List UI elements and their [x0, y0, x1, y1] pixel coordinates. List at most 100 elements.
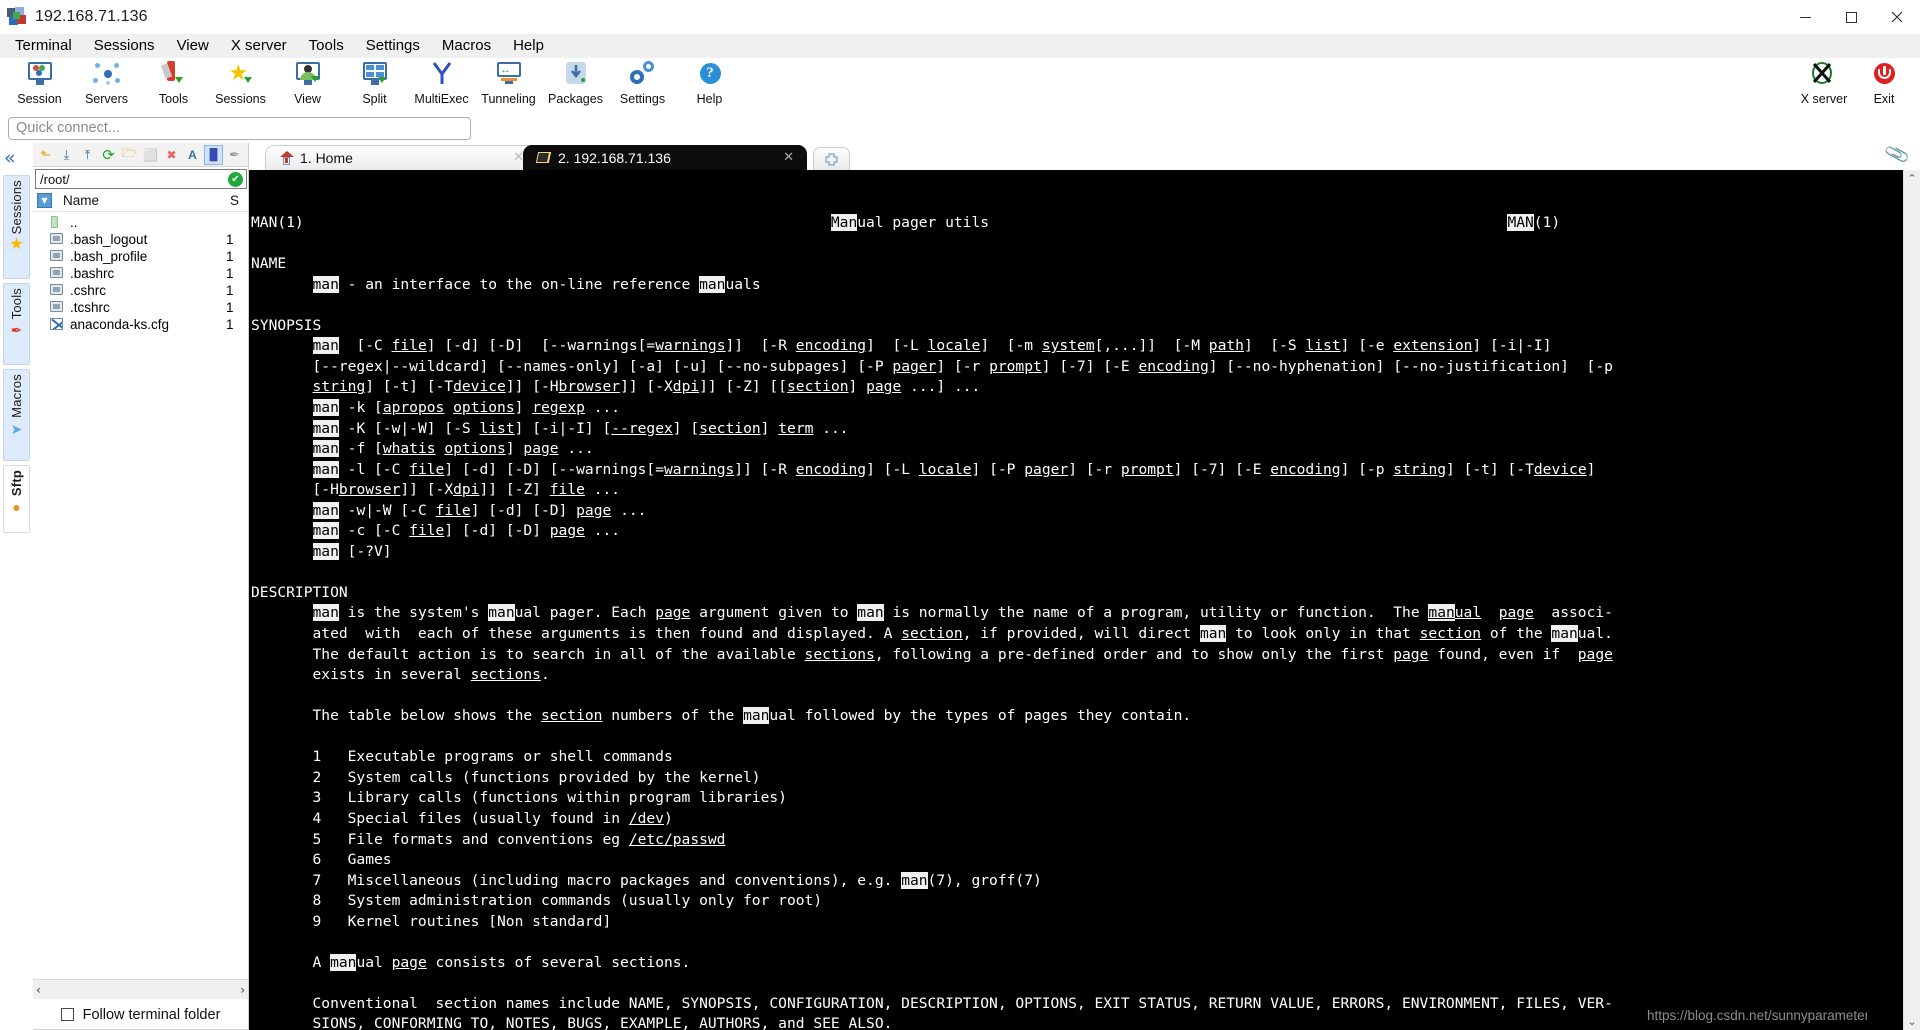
- split-icon: [358, 61, 392, 89]
- tunneling-icon: ↔: [492, 61, 526, 89]
- list-item-name: .bash_profile: [70, 249, 148, 264]
- terminal-tab-session[interactable]: 2. 192.168.71.136 ✕: [523, 145, 807, 170]
- toolbar-xserver-button[interactable]: X server: [1794, 58, 1854, 113]
- menu-sessions[interactable]: Sessions: [83, 35, 166, 58]
- list-item[interactable]: .bash_profile 1: [33, 248, 248, 265]
- toolbar-multiexec-button[interactable]: MultiExec: [408, 58, 475, 113]
- file-icon: [49, 250, 66, 263]
- terminal-viewport: MAN(1) Manual pager utils MAN(1) NAME ma…: [249, 170, 1920, 1030]
- text-mode-icon[interactable]: A: [183, 145, 202, 165]
- rail-tab-sftp[interactable]: Sftp ●: [3, 465, 30, 533]
- toolbar-tunneling-button[interactable]: ↔ Tunneling: [475, 58, 542, 113]
- globe-icon: ●: [12, 499, 21, 516]
- new-folder-icon[interactable]: 🗁: [120, 145, 139, 165]
- new-file-icon[interactable]: ⬜: [141, 145, 160, 165]
- toolbar-servers-button[interactable]: Servers: [73, 58, 140, 113]
- terminal-line: man -f [whatis options] page ...: [312, 440, 594, 458]
- rail-tab-macros-label: Macros: [9, 374, 24, 418]
- xserver-icon: [1807, 61, 1841, 89]
- terminal-tab-home[interactable]: 1. Home ✕: [265, 145, 537, 170]
- terminal-line: DESCRIPTION: [251, 583, 348, 601]
- file-browser-path-input[interactable]: /root/ ✔: [35, 169, 247, 189]
- edit-icon[interactable]: ✒: [225, 145, 244, 165]
- menu-xserver[interactable]: X server: [220, 35, 298, 58]
- close-button[interactable]: [1874, 0, 1920, 34]
- toolbar-session-button[interactable]: Session: [6, 58, 73, 113]
- maximize-button[interactable]: [1828, 0, 1874, 34]
- terminal-output[interactable]: MAN(1) Manual pager utils MAN(1) NAME ma…: [249, 170, 1903, 1030]
- scroll-right-arrow-icon[interactable]: ›: [240, 983, 245, 997]
- parent-folder-icon: [49, 216, 66, 229]
- terminal-scrollbar[interactable]: ⌃ ⌄: [1903, 170, 1920, 1030]
- star-icon: ★: [224, 61, 258, 89]
- toolbar-help-button[interactable]: ? Help: [676, 58, 743, 113]
- close-icon[interactable]: ✕: [783, 150, 794, 165]
- delete-icon[interactable]: ✖: [162, 145, 181, 165]
- list-item[interactable]: anaconda-ks.cfg 1: [33, 316, 248, 333]
- scroll-down-arrow-icon[interactable]: ⌄: [1907, 1013, 1916, 1030]
- toolbar-view-button[interactable]: View: [274, 58, 341, 113]
- menu-view[interactable]: View: [166, 35, 220, 58]
- mobaxterm-icon: [7, 7, 27, 27]
- list-item[interactable]: .cshrc 1: [33, 282, 248, 299]
- toolbar-servers-label: Servers: [84, 92, 129, 106]
- title-bar: 192.168.71.136: [0, 0, 1920, 34]
- file-browser-path-value: /root/: [40, 171, 70, 187]
- follow-terminal-folder-checkbox[interactable]: [60, 1008, 74, 1021]
- file-browser-toolbar: ⬑ ⤓ ⤒ ⟳ 🗁 ⬜ ✖ A █ ✒: [33, 143, 248, 167]
- column-header-size[interactable]: S: [230, 193, 248, 208]
- file-browser-horizontal-scrollbar[interactable]: ‹ ›: [33, 979, 248, 999]
- menu-terminal[interactable]: Terminal: [4, 35, 83, 58]
- toolbar-packages-button[interactable]: Packages: [542, 58, 609, 113]
- list-item-size: 1: [226, 317, 234, 332]
- toolbar-split-button[interactable]: Split: [341, 58, 408, 113]
- menu-settings[interactable]: Settings: [355, 35, 431, 58]
- rail-tab-macros[interactable]: Macros ➤: [3, 369, 30, 461]
- home-icon: [278, 150, 295, 166]
- list-item[interactable]: .bash_logout 1: [33, 231, 248, 248]
- up-folder-icon[interactable]: ⬑: [36, 145, 55, 165]
- collapse-sidebar-button[interactable]: «: [4, 149, 16, 168]
- list-item[interactable]: .tcshrc 1: [33, 299, 248, 316]
- toolbar-tunneling-label: Tunneling: [481, 92, 536, 106]
- rail-tab-sessions[interactable]: Sessions ★: [3, 175, 30, 279]
- menu-tools[interactable]: Tools: [298, 35, 355, 58]
- quick-connect-input[interactable]: Quick connect...: [8, 116, 471, 140]
- toolbar-exit-button[interactable]: Exit: [1854, 58, 1914, 113]
- toolbar-settings-button[interactable]: Settings: [609, 58, 676, 113]
- minimize-button[interactable]: [1782, 0, 1828, 34]
- binary-mode-icon[interactable]: █: [204, 144, 223, 165]
- rail-tab-tools[interactable]: Tools ✒: [3, 283, 30, 365]
- terminal-line: 8 System administration commands (usuall…: [251, 892, 823, 910]
- rail-tab-tools-label: Tools: [9, 288, 24, 320]
- session-icon: [23, 61, 57, 89]
- chevron-down-icon[interactable]: ▼: [37, 193, 52, 208]
- scroll-up-arrow-icon[interactable]: ⌃: [1907, 170, 1916, 187]
- follow-terminal-folder-row[interactable]: Follow terminal folder: [33, 999, 248, 1029]
- list-item[interactable]: ..: [33, 214, 248, 231]
- add-tab-button[interactable]: [813, 147, 850, 170]
- refresh-icon[interactable]: ⟳: [99, 145, 118, 165]
- file-browser-list[interactable]: .. .bash_logout 1 .bash_profile 1 .bashr…: [33, 212, 248, 979]
- scroll-left-arrow-icon[interactable]: ‹: [36, 983, 41, 997]
- terminal-line: 6 Games: [251, 851, 392, 869]
- menu-macros[interactable]: Macros: [431, 35, 502, 58]
- scrollbar-track[interactable]: [1904, 187, 1920, 1013]
- upload-icon[interactable]: ⤒: [78, 145, 97, 165]
- paperclip-icon[interactable]: 📎: [1883, 141, 1911, 168]
- toolbar-tools-label: Tools: [158, 92, 189, 106]
- toolbar-sessions-button[interactable]: ★ Sessions: [207, 58, 274, 113]
- watermark-text: https://blog.csdn.net/sunnyparameter: [1647, 1008, 1867, 1024]
- terminal-tab-home-label: 1. Home: [300, 150, 353, 166]
- menu-help[interactable]: Help: [502, 35, 555, 58]
- column-header-name[interactable]: Name: [63, 193, 230, 208]
- download-icon[interactable]: ⤓: [57, 145, 76, 165]
- toolbar-tools-button[interactable]: Tools: [140, 58, 207, 113]
- list-item-size: 1: [226, 249, 234, 264]
- star-icon: ★: [9, 236, 24, 254]
- terminal-line: man [-?V]: [312, 542, 392, 560]
- list-item[interactable]: .bashrc 1: [33, 265, 248, 282]
